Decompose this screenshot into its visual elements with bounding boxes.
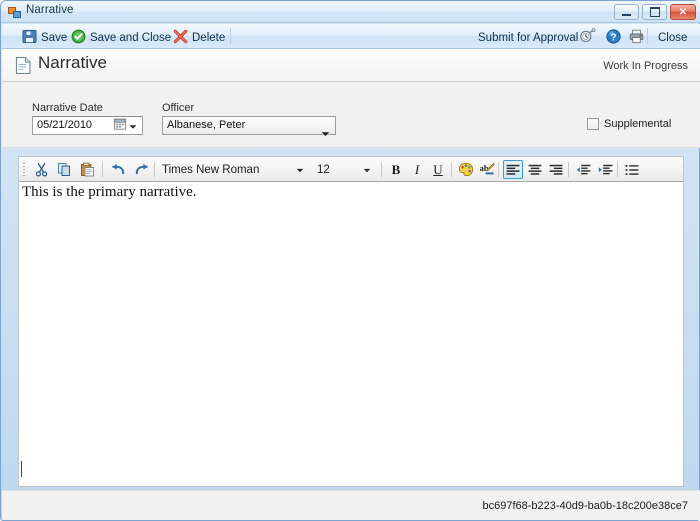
floppy-disk-icon	[22, 29, 37, 47]
font-size-chevron-down-icon[interactable]	[363, 164, 376, 176]
delete-button-label: Delete	[192, 31, 226, 44]
toolbar-separator-2	[154, 162, 155, 177]
calendar-icon	[114, 117, 127, 135]
green-check-circle-icon	[71, 29, 86, 47]
bold-icon[interactable]: B	[386, 160, 406, 179]
paste-icon[interactable]	[77, 160, 97, 179]
status-bar: bc697f68-b223-40d9-ba0b-18c200e38ce7	[2, 490, 700, 520]
form-fields-panel: Narrative Date 05/21/2010 Officer Albane…	[2, 82, 700, 148]
toolbar-separator-3	[381, 162, 382, 177]
bulleted-list-icon[interactable]	[622, 160, 642, 179]
close-icon: ✕	[678, 6, 688, 18]
supplemental-checkbox[interactable]	[587, 118, 599, 130]
font-family-value: Times New Roman	[162, 163, 260, 176]
red-x-icon	[173, 29, 188, 47]
page-header: Narrative Work In Progress	[2, 49, 700, 82]
status-badge: Work In Progress	[603, 60, 688, 72]
maximize-button[interactable]	[642, 4, 667, 20]
save-button-label: Save	[41, 31, 68, 44]
align-right-icon[interactable]	[546, 160, 566, 179]
narrative-text-area[interactable]: This is the primary narrative.	[19, 182, 683, 486]
record-guid: bc697f68-b223-40d9-ba0b-18c200e38ce7	[482, 500, 688, 512]
close-button[interactable]: ✕	[670, 4, 696, 20]
align-left-icon[interactable]	[503, 160, 523, 179]
command-toolbar: Save Save and Close Delete Submit for Ap…	[2, 24, 700, 49]
font-color-icon[interactable]	[456, 160, 476, 179]
history-clock-icon[interactable]	[579, 28, 596, 45]
maximize-icon	[643, 5, 666, 19]
narrative-editor-panel: Times New Roman 12 B I U ab This is the …	[18, 156, 684, 487]
chevron-down-icon[interactable]	[321, 124, 330, 142]
svg-text:?: ?	[610, 32, 616, 43]
narrative-date-input[interactable]: 05/21/2010	[32, 116, 143, 135]
date-picker-control[interactable]	[114, 117, 140, 135]
officer-select[interactable]: Albanese, Peter	[162, 116, 336, 136]
font-family-select[interactable]: Times New Roman	[159, 161, 309, 178]
close-form-button[interactable]: Close	[652, 26, 693, 49]
toolbar-separator-2	[647, 28, 648, 44]
toolbar-grip[interactable]	[23, 163, 25, 176]
decrease-indent-icon[interactable]	[573, 160, 593, 179]
underline-icon[interactable]: U	[428, 160, 448, 179]
narrative-window: Narrative ✕ Save Save and Close Delete S…	[0, 0, 700, 521]
submit-for-approval-label: Submit for Approval	[478, 31, 579, 44]
submit-for-approval-button[interactable]: Submit for Approval	[472, 26, 584, 49]
undo-icon[interactable]	[108, 160, 128, 179]
text-caret	[21, 461, 22, 477]
highlight-icon[interactable]: ab	[477, 160, 497, 179]
title-bar: Narrative ✕	[1, 1, 700, 23]
cut-icon[interactable]	[31, 160, 51, 179]
narrative-date-value: 05/21/2010	[37, 119, 93, 131]
font-family-chevron-down-icon[interactable]	[296, 164, 309, 176]
minimize-button[interactable]	[614, 4, 639, 20]
form-icon	[8, 6, 21, 19]
redo-icon[interactable]	[131, 160, 151, 179]
supplemental-label: Supplemental	[604, 118, 672, 130]
font-size-select[interactable]: 12	[314, 161, 376, 178]
toolbar-separator-7	[617, 162, 618, 177]
date-dropdown-arrow[interactable]	[129, 117, 137, 135]
help-question-icon[interactable]: ?	[605, 28, 622, 45]
italic-icon[interactable]: I	[407, 160, 427, 179]
svg-text:ab: ab	[480, 163, 489, 173]
page-title: Narrative	[38, 53, 107, 72]
rich-text-toolbar: Times New Roman 12 B I U ab	[19, 157, 683, 182]
copy-icon[interactable]	[54, 160, 74, 179]
save-and-close-button[interactable]: Save and Close	[65, 26, 177, 49]
window-title: Narrative	[26, 4, 74, 16]
narrative-date-label: Narrative Date	[32, 102, 103, 114]
font-size-value: 12	[317, 163, 330, 176]
increase-indent-icon[interactable]	[595, 160, 615, 179]
supplemental-checkbox-group[interactable]: Supplemental	[587, 118, 671, 130]
printer-icon[interactable]	[628, 28, 645, 45]
close-form-label: Close	[658, 31, 688, 44]
document-page-icon	[15, 56, 32, 75]
toolbar-separator	[230, 28, 231, 44]
toolbar-separator-6	[568, 162, 569, 177]
officer-label: Officer	[162, 102, 195, 114]
toolbar-separator-4	[451, 162, 452, 177]
delete-button[interactable]: Delete	[167, 26, 231, 49]
toolbar-separator	[102, 162, 103, 177]
save-and-close-button-label: Save and Close	[90, 31, 172, 44]
narrative-text-content: This is the primary narrative.	[22, 184, 197, 200]
toolbar-separator-5	[498, 162, 499, 177]
officer-selected-value: Albanese, Peter	[167, 119, 246, 131]
align-center-icon[interactable]	[525, 160, 545, 179]
minimize-icon	[615, 5, 638, 19]
